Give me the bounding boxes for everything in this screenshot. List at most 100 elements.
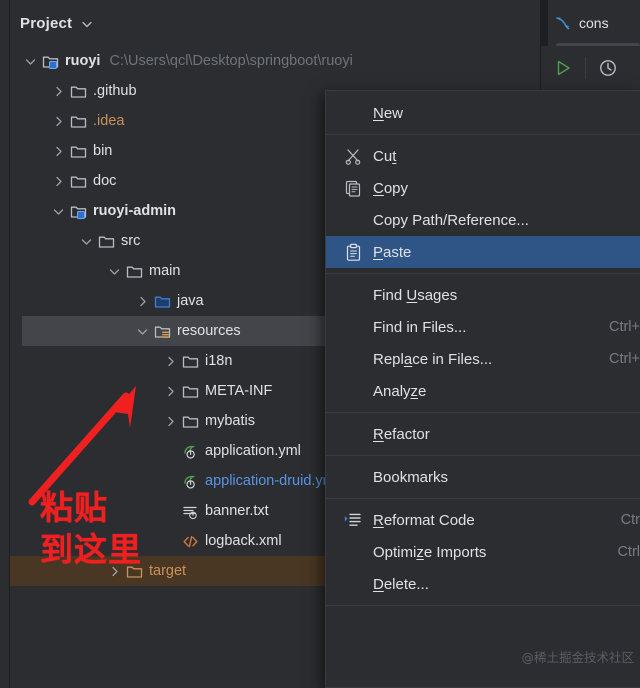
menu-item-analyze[interactable]: Analyze (326, 375, 640, 407)
menu-label-post: sages (417, 286, 458, 304)
menu-shortcut: Ctr (620, 512, 640, 528)
chevron-down-icon[interactable] (52, 205, 65, 218)
history-button[interactable] (586, 46, 630, 90)
xml-file-icon (182, 533, 199, 550)
run-button[interactable] (541, 46, 585, 90)
menu-label-mnemonic: R (373, 425, 384, 443)
chevron-down-icon[interactable] (108, 265, 121, 278)
editor-tabstrip: cons (540, 0, 640, 46)
tree-row-label: resources (177, 322, 241, 339)
menu-label-pre: Repl (373, 350, 404, 368)
left-tool-rail (0, 0, 10, 688)
ide-window: Project cons ruoyi C:\Users\qcl\Desktop\… (0, 0, 640, 688)
tree-row-label: doc (93, 172, 117, 189)
menu-item-copy-path-reference[interactable]: Copy Path/Reference... (326, 204, 640, 236)
folder-icon (70, 113, 87, 130)
folder-icon (182, 413, 199, 430)
paste-icon (344, 243, 363, 262)
tree-row-label: ruoyi-admin (93, 202, 176, 219)
folder-icon (70, 143, 87, 160)
menu-item-label: Find in Files... (373, 319, 466, 336)
menu-item-reformat-code[interactable]: Reformat Code Ctr (326, 504, 640, 536)
chevron-right-icon[interactable] (52, 85, 65, 98)
module-folder-icon (42, 53, 59, 70)
menu-item-label: Cut (373, 148, 396, 165)
tree-row-label: main (149, 262, 181, 279)
annotation-line-1: 粘贴 (40, 488, 108, 527)
menu-label-post: opy (383, 179, 409, 197)
menu-label-post: elete... (383, 575, 429, 593)
menu-label-post: ew (383, 104, 404, 122)
chevron-right-icon[interactable] (164, 355, 177, 368)
menu-item-label: Optimize Imports (373, 544, 486, 561)
folder-icon (182, 383, 199, 400)
menu-label-post: e (418, 382, 427, 400)
tree-row-label: i18n (205, 352, 233, 369)
tree-row-label: .github (93, 82, 137, 99)
menu-item-new[interactable]: New (326, 97, 640, 129)
menu-item-label: Paste (373, 244, 411, 261)
chevron-right-icon[interactable] (164, 415, 177, 428)
menu-item-find-usages[interactable]: Find Usages (326, 279, 640, 311)
menu-label-post: efactor (383, 425, 430, 443)
annotation-text: 粘贴 到这里 (40, 487, 180, 570)
folder-icon (182, 353, 199, 370)
tree-row-label: banner.txt (205, 502, 269, 519)
tree-row-label: src (121, 232, 141, 249)
menu-item-bookmarks[interactable]: Bookmarks (326, 461, 640, 493)
project-path: C:\Users\qcl\Desktop\springboot\ruoyi (109, 53, 353, 69)
menu-item-delete[interactable]: Delete... (326, 568, 640, 600)
menu-item-refactor[interactable]: Refactor (326, 418, 640, 450)
menu-item-label: Analyze (373, 383, 426, 400)
editor-tab-console[interactable]: cons (548, 0, 640, 46)
menu-item-replace-in-files[interactable]: Replace in Files... Ctrl+ (326, 343, 640, 375)
menu-separator (326, 455, 640, 456)
context-menu[interactable]: New Cut Copy Copy Path/Reference... Paste Fin… (325, 90, 640, 688)
chevron-right-icon[interactable] (136, 295, 149, 308)
menu-item-paste[interactable]: Paste (326, 236, 640, 268)
resource-folder-icon (154, 323, 171, 340)
chevron-right-icon[interactable] (52, 175, 65, 188)
menu-item-copy[interactable]: Copy (326, 172, 640, 204)
menu-label-pre: Find in Files... (373, 318, 467, 336)
annotation-line-2: 到这里 (40, 529, 142, 569)
menu-item-optimize-imports[interactable]: Optimize Imports Ctrl (326, 536, 640, 568)
chevron-down-icon[interactable] (81, 18, 93, 30)
chevron-down-icon[interactable] (80, 235, 93, 248)
clock-history-icon (600, 60, 616, 76)
folder-icon (70, 173, 87, 190)
menu-label-mnemonic: C (373, 179, 384, 197)
tree-row-label: application.yml (205, 442, 301, 459)
chevron-down-icon[interactable] (24, 55, 37, 68)
menu-label-mnemonic: z (410, 382, 419, 400)
menu-separator (326, 273, 640, 274)
menu-label-mnemonic: R (373, 511, 384, 529)
chevron-right-icon[interactable] (52, 115, 65, 128)
module-folder-icon (70, 203, 87, 220)
menu-label-pre: Copy Path/Reference... (373, 211, 529, 229)
menu-label-pre: Bookmarks (373, 468, 449, 486)
spring-yaml-icon (182, 473, 199, 490)
text-file-icon (182, 503, 199, 520)
tree-row-label: logback.xml (205, 532, 282, 549)
menu-label-mnemonic: N (373, 104, 384, 122)
folder-icon (70, 83, 87, 100)
menu-label-mnemonic: z (416, 543, 424, 561)
menu-item-find-in-files[interactable]: Find in Files... Ctrl+ (326, 311, 640, 343)
menu-label-post: eformat Code (383, 511, 475, 529)
folder-icon (126, 263, 143, 280)
menu-item-cut[interactable]: Cut (326, 140, 640, 172)
chevron-right-icon[interactable] (52, 145, 65, 158)
watermark: @稀土掘金技术社区 (521, 650, 634, 665)
menu-item-label: Find Usages (373, 287, 457, 304)
menu-label-mnemonic: t (392, 147, 397, 165)
menu-label-pre: Optimi (373, 543, 417, 561)
chevron-right-icon[interactable] (164, 385, 177, 398)
menu-item-label: Bookmarks (373, 469, 448, 486)
chevron-down-icon[interactable] (136, 325, 149, 338)
tree-row-ruoyi[interactable]: ruoyi C:\Users\qcl\Desktop\springboot\ruo… (10, 46, 540, 76)
menu-item-label: Refactor (373, 426, 430, 443)
tree-row-label: META-INF (205, 382, 273, 399)
menu-label-pre: Analy (373, 382, 411, 400)
tree-row-label: java (177, 292, 204, 309)
